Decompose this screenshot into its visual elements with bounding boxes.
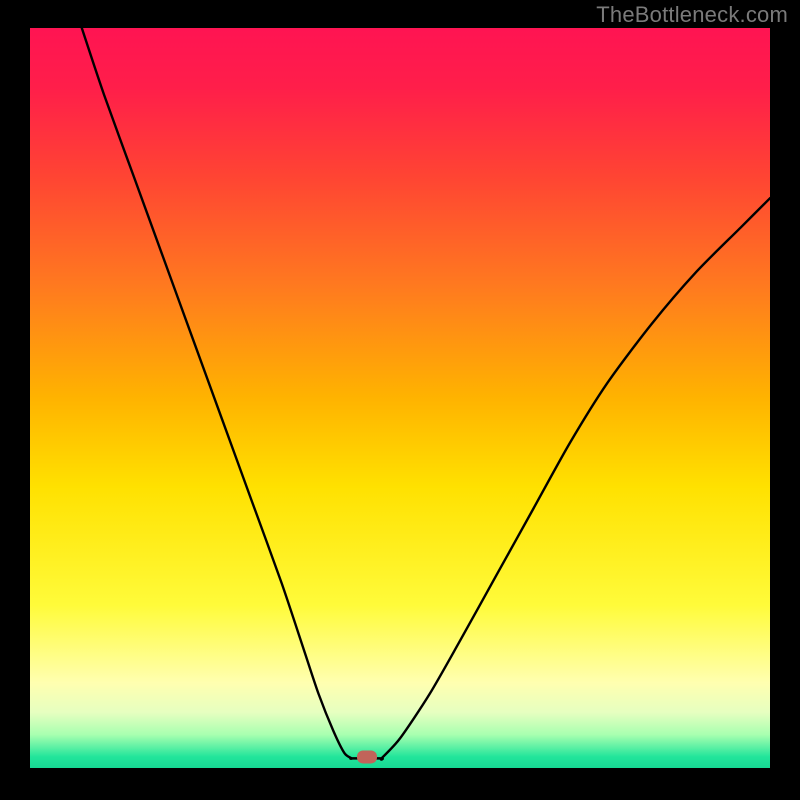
- bottleneck-curve: [30, 28, 770, 768]
- watermark-text: TheBottleneck.com: [596, 2, 788, 28]
- chart-frame: TheBottleneck.com: [0, 0, 800, 800]
- plot-area: [30, 28, 770, 768]
- optimal-point-marker: [357, 750, 377, 763]
